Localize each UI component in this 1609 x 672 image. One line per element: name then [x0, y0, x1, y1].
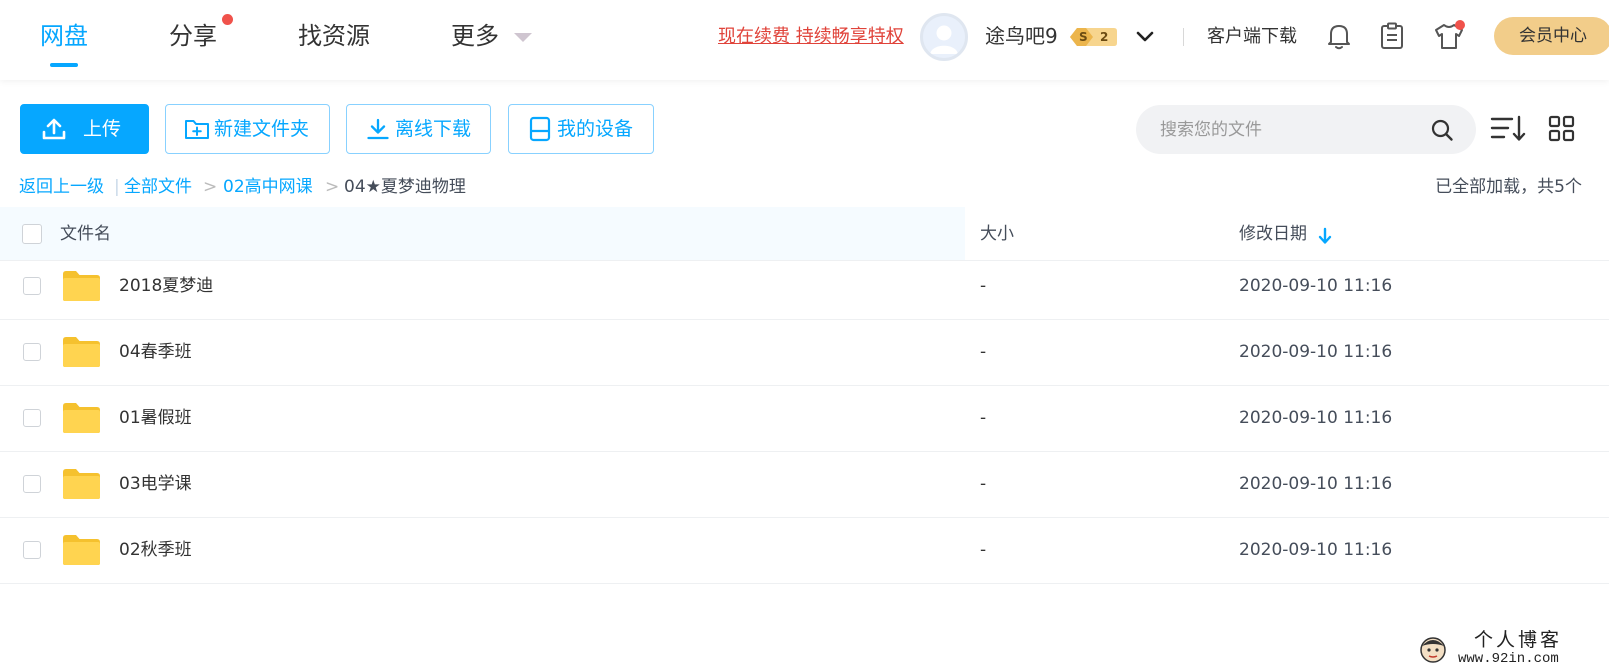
- nav-tab-share[interactable]: 分享: [169, 18, 217, 54]
- breadcrumb-separator: >: [203, 177, 218, 197]
- upload-button[interactable]: 上传: [20, 104, 149, 154]
- row-checkbox[interactable]: [23, 409, 41, 427]
- file-modified-date: 2020-09-10 11:16: [1239, 474, 1393, 494]
- column-header-name[interactable]: 文件名: [60, 221, 111, 247]
- breadcrumb-all-files[interactable]: 全部文件: [124, 174, 192, 200]
- row-checkbox[interactable]: [23, 541, 41, 559]
- file-modified-date: 2020-09-10 11:16: [1239, 408, 1393, 428]
- file-name[interactable]: 02秋季班: [119, 537, 192, 563]
- column-header-modified[interactable]: 修改日期: [1239, 221, 1307, 247]
- nav-tab-netdisk[interactable]: 网盘: [40, 18, 88, 54]
- active-tab-indicator: [50, 63, 78, 67]
- chevron-down-icon[interactable]: [1134, 26, 1156, 48]
- loaded-count: 已全部加载，共5个: [1435, 177, 1582, 197]
- table-row[interactable]: 04春季班 - 2020-09-10 11:16: [0, 319, 1609, 386]
- clipboard-icon[interactable]: [1378, 21, 1406, 51]
- row-checkbox[interactable]: [23, 277, 41, 295]
- device-icon: [529, 116, 551, 142]
- folder-icon: [63, 403, 100, 433]
- column-header-size[interactable]: 大小: [980, 221, 1014, 247]
- username[interactable]: 途鸟吧9: [985, 20, 1058, 52]
- new-folder-label: 新建文件夹: [214, 118, 310, 140]
- folder-icon: [63, 337, 100, 367]
- share-notification-dot: [222, 14, 233, 25]
- membership-level-badge: S 2: [1068, 26, 1118, 48]
- table-row[interactable]: 2018夏梦迪 - 2020-09-10 11:16: [0, 253, 1609, 320]
- nav-tab-more[interactable]: 更多: [451, 18, 499, 54]
- bell-icon[interactable]: [1325, 21, 1353, 51]
- new-folder-icon: [185, 120, 209, 139]
- table-row[interactable]: 01暑假班 - 2020-09-10 11:16: [0, 385, 1609, 452]
- watermark-title: 个人博客: [1474, 629, 1563, 651]
- default-avatar-icon: [930, 25, 958, 54]
- skin-notification-dot: [1455, 20, 1465, 30]
- file-modified-date: 2020-09-10 11:16: [1239, 342, 1393, 362]
- nav-tab-find-resources[interactable]: 找资源: [298, 18, 370, 54]
- search-input[interactable]: [1158, 117, 1422, 143]
- folder-icon: [63, 535, 100, 565]
- file-name[interactable]: 01暑假班: [119, 405, 192, 431]
- breadcrumb-current: 04★夏梦迪物理: [344, 177, 466, 197]
- badge-level-label: 2: [1100, 30, 1109, 44]
- offline-download-button[interactable]: 离线下载: [346, 104, 491, 154]
- table-row[interactable]: 03电学课 - 2020-09-10 11:16: [0, 451, 1609, 518]
- file-size: -: [980, 540, 987, 560]
- new-folder-button[interactable]: 新建文件夹: [165, 104, 330, 154]
- breadcrumb-divider: |: [114, 177, 120, 197]
- file-size: -: [980, 342, 987, 362]
- vip-center-button[interactable]: 会员中心: [1494, 17, 1609, 55]
- file-name[interactable]: 2018夏梦迪: [119, 273, 213, 299]
- sort-icon[interactable]: [1490, 114, 1528, 144]
- my-devices-label: 我的设备: [557, 118, 634, 140]
- more-caret-icon[interactable]: [514, 33, 532, 42]
- sort-descending-icon[interactable]: [1317, 227, 1333, 245]
- file-name[interactable]: 04春季班: [119, 339, 192, 365]
- divider: [1183, 28, 1184, 46]
- file-modified-date: 2020-09-10 11:16: [1239, 540, 1393, 560]
- search-box: [1136, 105, 1476, 154]
- file-name[interactable]: 03电学课: [119, 471, 192, 497]
- grid-view-icon[interactable]: [1548, 115, 1575, 142]
- breadcrumb-separator: >: [325, 177, 340, 197]
- avatar[interactable]: [920, 13, 968, 61]
- offline-download-label: 离线下载: [395, 118, 472, 140]
- back-link[interactable]: 返回上一级: [19, 174, 104, 200]
- select-all-checkbox[interactable]: [22, 224, 42, 244]
- client-download-link[interactable]: 客户端下载: [1207, 24, 1297, 50]
- file-size: -: [980, 474, 987, 494]
- folder-icon: [63, 271, 100, 301]
- row-checkbox[interactable]: [23, 343, 41, 361]
- search-icon[interactable]: [1430, 118, 1454, 142]
- watermark-mascot-icon: [1420, 637, 1446, 663]
- breadcrumb-folder-02[interactable]: 02高中网课: [223, 174, 313, 200]
- watermark-url: www.92in.com: [1458, 651, 1559, 667]
- renew-membership-link[interactable]: 现在续费 持续畅享特权: [718, 24, 904, 50]
- file-size: -: [980, 408, 987, 428]
- file-size: -: [980, 276, 987, 296]
- download-icon: [367, 118, 389, 140]
- upload-label: 上传: [83, 118, 122, 140]
- top-nav-bar: 网盘 分享 找资源 更多 现在续费 持续畅享特权 途鸟吧9 S 2 客户端下载: [0, 0, 1609, 80]
- row-checkbox[interactable]: [23, 475, 41, 493]
- table-row[interactable]: 02秋季班 - 2020-09-10 11:16: [0, 517, 1609, 584]
- badge-s-label: S: [1079, 30, 1088, 44]
- my-devices-button[interactable]: 我的设备: [508, 104, 654, 154]
- file-modified-date: 2020-09-10 11:16: [1239, 276, 1393, 296]
- folder-icon: [63, 469, 100, 499]
- upload-icon: [42, 118, 66, 140]
